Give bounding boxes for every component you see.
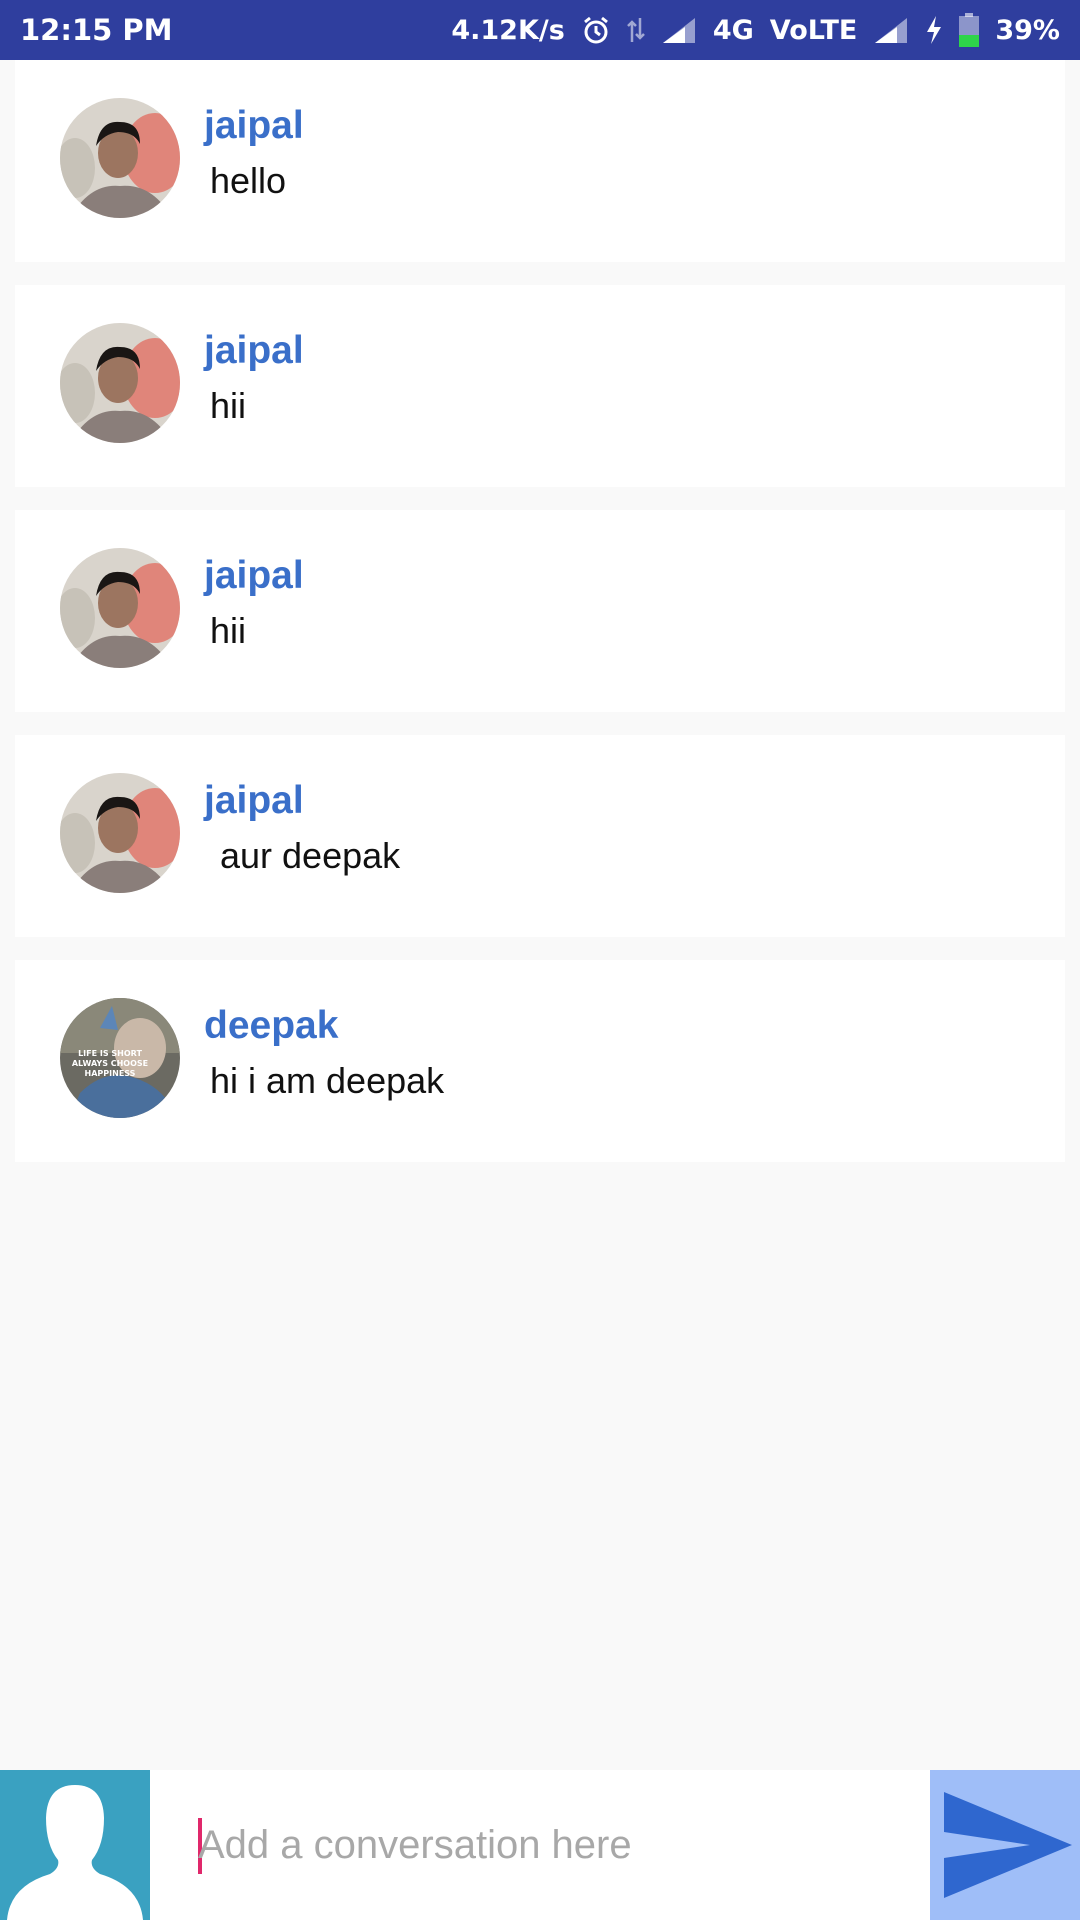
deepak-avatar-text: LIFE IS SHORT: [78, 1049, 142, 1058]
message-text: hii: [210, 610, 247, 651]
signal-icon: [661, 16, 697, 44]
deepak-avatar[interactable]: LIFE IS SHORT ALWAYS CHOOSE HAPPINESS: [60, 998, 180, 1118]
jaipal-avatar[interactable]: [60, 98, 180, 218]
network-speed: 4.12K/s: [451, 14, 565, 46]
battery-percent: 39%: [995, 14, 1060, 46]
sender-name[interactable]: deepak: [204, 1004, 338, 1048]
message-card[interactable]: jaipal hello: [15, 60, 1065, 262]
sender-name[interactable]: jaipal: [204, 554, 304, 598]
message-text: hello: [210, 160, 287, 201]
sender-name[interactable]: jaipal: [204, 779, 304, 823]
network-type: 4G: [712, 14, 754, 46]
status-icons: 4.12K/s 4G VoLTE 39%: [451, 13, 1060, 47]
deepak-avatar-text: HAPPINESS: [85, 1069, 136, 1078]
message-text: aur deepak: [210, 835, 401, 876]
jaipal-avatar[interactable]: [60, 323, 180, 443]
alarm-icon: [581, 15, 611, 45]
message-text: hii: [210, 385, 247, 426]
status-bar: 12:15 PM 4.12K/s 4G VoLTE 39%: [0, 0, 1080, 60]
deepak-avatar-text: ALWAYS CHOOSE: [72, 1059, 148, 1068]
compose-input[interactable]: [198, 1805, 898, 1885]
jaipal-avatar[interactable]: [60, 548, 180, 668]
jaipal-avatar[interactable]: [60, 773, 180, 893]
user-silhouette-icon: [7, 1785, 143, 1920]
signal-icon-2: [873, 16, 909, 44]
message-card[interactable]: jaipal aur deepak: [15, 735, 1065, 937]
volte-label: VoLTE: [769, 14, 858, 46]
sender-name[interactable]: jaipal: [204, 104, 304, 148]
message-card[interactable]: LIFE IS SHORT ALWAYS CHOOSE HAPPINESS de…: [15, 960, 1065, 1162]
message-card[interactable]: jaipal hii: [15, 510, 1065, 712]
sender-name[interactable]: jaipal: [204, 329, 304, 373]
user-avatar-button[interactable]: [0, 1770, 150, 1920]
message-text: hi i am deepak: [210, 1060, 445, 1101]
battery-icon: [959, 13, 980, 47]
send-icon: [944, 1792, 1072, 1898]
status-time: 12:15 PM: [20, 13, 173, 47]
compose-bar: [0, 1770, 1080, 1920]
send-button[interactable]: [930, 1770, 1080, 1920]
charging-icon: [925, 15, 943, 45]
data-arrows-icon: [626, 16, 645, 44]
message-card[interactable]: jaipal hii: [15, 285, 1065, 487]
